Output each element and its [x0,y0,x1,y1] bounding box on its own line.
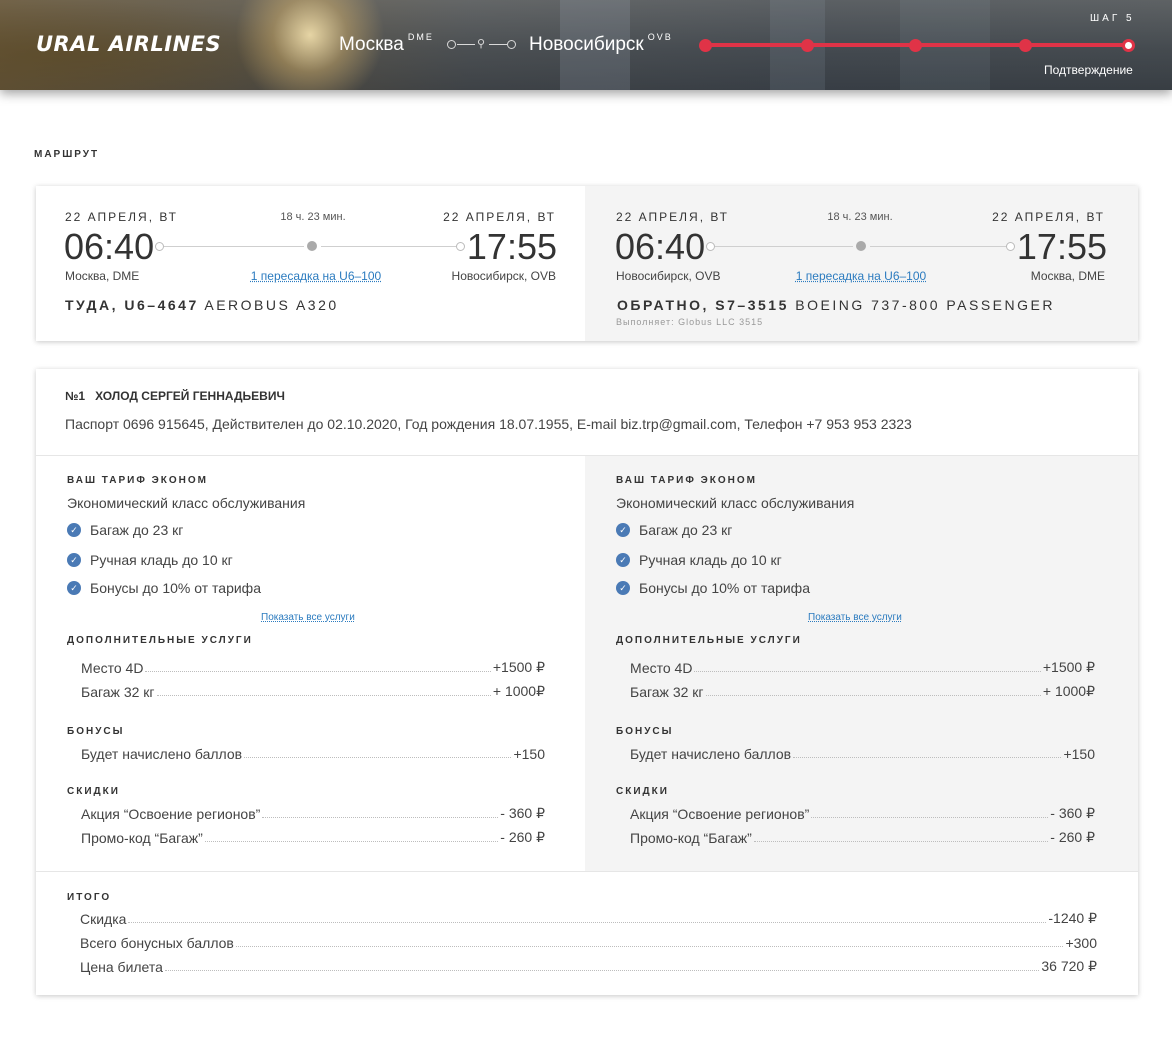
passenger-header: №1 ХОЛОД СЕРГЕЙ ГЕННАДЬЕВИЧ [65,389,285,403]
route-from-city: Москва [339,34,404,55]
route-end-circle [507,40,516,49]
tariff-label: ВАШ ТАРИФ ЭКОНОМ [67,475,208,486]
departure-date: 22 АПРЕЛЯ, ВТ [65,210,178,224]
passenger-card: №1 ХОЛОД СЕРГЕЙ ГЕННАДЬЕВИЧ Паспорт 0696… [36,369,1138,995]
route-from-code: DME [407,32,434,42]
extra-row: Багаж 32 кг + 1000₽ [630,683,1095,700]
arrival-point [1006,242,1015,251]
fare-columns: ВАШ ТАРИФ ЭКОНОМ Экономический класс обс… [36,455,1138,872]
fare-return: ВАШ ТАРИФ ЭКОНОМ Экономический класс обс… [585,456,1138,871]
total-row-discount: Скидка -1240 ₽ [80,910,1097,927]
departure-city: Новосибирск, OVB [616,269,721,283]
route-to-code: OVB [647,32,673,42]
progress-step-3[interactable] [909,39,922,52]
discount-row: Акция “Освоение регионов” - 360 ₽ [630,805,1095,822]
departure-city: Москва, DME [65,269,140,283]
departure-point [155,242,164,251]
check-icon: ✓ [67,581,81,595]
arrival-point [456,242,465,251]
bonus-row: Будет начислено баллов +150 [630,746,1095,762]
route-to-city: Новосибирск [529,34,644,55]
passenger-number: №1 [65,389,86,403]
bonus-label: БОНУСЫ [616,726,674,737]
arrival-city: Москва, DME [1030,269,1105,283]
discount-label: СКИДКИ [67,786,120,797]
total-row-bonus: Всего бонусных баллов +300 [80,935,1097,951]
extra-row: Багаж 32 кг + 1000₽ [81,683,545,700]
location-pin-icon: ⚲ [477,38,486,50]
check-icon: ✓ [616,523,630,537]
arrival-date: 22 АПРЕЛЯ, ВТ [992,210,1105,224]
arrival-time: 17:55 [466,226,557,267]
flight-direction-number: ОБРАТНО, S7–3515 [617,297,789,313]
discount-row: Промо-код “Багаж” - 260 ₽ [630,829,1095,846]
departure-time: 06:40 [64,226,155,267]
flight-line [164,246,304,247]
flight-line [715,246,853,247]
route-to: Новосибирск OVB [529,32,673,56]
total-row-price: Цена билета 36 720 ₽ [80,958,1097,975]
fare-outbound: ВАШ ТАРИФ ЭКОНОМ Экономический класс обс… [36,456,585,871]
transfer-point [856,241,866,251]
passenger-name: ХОЛОД СЕРГЕЙ ГЕННАДЬЕВИЧ [95,389,285,403]
extras-label: ДОПОЛНИТЕЛЬНЫЕ УСЛУГИ [616,635,802,646]
tariff-label: ВАШ ТАРИФ ЭКОНОМ [616,475,757,486]
bonus-label: БОНУСЫ [67,726,125,737]
step-label: ШАГ 5 [1090,13,1135,24]
transfer-link[interactable]: 1 пересадка на U6–100 [761,269,961,283]
booking-progress [699,39,1135,52]
bonus-row: Будет начислено баллов +150 [81,746,545,762]
service-class: Экономический класс обслуживания [67,495,306,511]
totals-label: ИТОГО [67,892,112,903]
extra-row: Место 4D +1500 ₽ [81,659,545,676]
show-all-services-link[interactable]: Показать все услуги [808,612,902,623]
route-card: 22 АПРЕЛЯ, ВТ 18 ч. 23 мин. 22 АПРЕЛЯ, В… [36,186,1138,341]
arrival-time: 17:55 [1016,226,1107,267]
aircraft-type: AEROBUS A320 [204,297,339,313]
departure-date: 22 АПРЕЛЯ, ВТ [616,210,729,224]
flight-line [321,246,456,247]
check-icon: ✓ [67,553,81,567]
route-section-title: МАРШРУТ [34,149,100,160]
departure-time: 06:40 [615,226,706,267]
discount-label: СКИДКИ [616,786,669,797]
extras-label: ДОПОЛНИТЕЛЬНЫЕ УСЛУГИ [67,635,253,646]
aircraft-type: BOEING 737-800 PASSENGER [795,297,1055,313]
flight-info: ОБРАТНО, S7–3515 BOEING 737-800 PASSENGE… [617,297,1055,313]
segment-outbound: 22 АПРЕЛЯ, ВТ 18 ч. 23 мин. 22 АПРЕЛЯ, В… [36,186,585,341]
service-class: Экономический класс обслуживания [616,495,855,511]
passenger-details: Паспорт 0696 915645, Действителен до 02.… [65,416,912,432]
header-banner: URAL AIRLINES Москва DME ⚲ Новосибирск OVB… [0,0,1172,90]
check-icon: ✓ [616,553,630,567]
arrival-date: 22 АПРЕЛЯ, ВТ [443,210,556,224]
route-from: Москва DME [339,32,434,56]
airline-logo[interactable]: URAL AIRLINES [36,32,221,56]
check-icon: ✓ [616,581,630,595]
discount-row: Акция “Освоение регионов” - 360 ₽ [81,805,545,822]
operated-by: Выполняет: Globus LLC 3515 [616,317,764,327]
arrival-city: Новосибирск, OVB [451,269,556,283]
progress-step-4[interactable] [1019,39,1032,52]
progress-step-1[interactable] [699,39,712,52]
transfer-point [307,241,317,251]
segment-return: 22 АПРЕЛЯ, ВТ 18 ч. 23 мин. 22 АПРЕЛЯ, В… [585,186,1138,341]
transfer-link[interactable]: 1 пересадка на U6–100 [216,269,416,283]
route-connector: ⚲ [447,38,517,50]
flight-duration: 18 ч. 23 мин. [827,211,893,223]
flight-direction-number: ТУДА, U6–4647 [65,297,199,313]
flight-line [870,246,1007,247]
discount-row: Промо-код “Багаж” - 260 ₽ [81,829,545,846]
flight-info: ТУДА, U6–4647 AEROBUS A320 [65,297,339,313]
route-start-circle [447,40,456,49]
progress-step-2[interactable] [801,39,814,52]
departure-point [706,242,715,251]
extra-row: Место 4D +1500 ₽ [630,659,1095,676]
progress-step-5-current[interactable] [1122,39,1135,52]
flight-duration: 18 ч. 23 мин. [280,211,346,223]
show-all-services-link[interactable]: Показать все услуги [261,612,355,623]
check-icon: ✓ [67,523,81,537]
step-name: Подтверждение [1044,63,1133,77]
totals-section: ИТОГО Скидка -1240 ₽ Всего бонусных балло… [36,872,1138,995]
